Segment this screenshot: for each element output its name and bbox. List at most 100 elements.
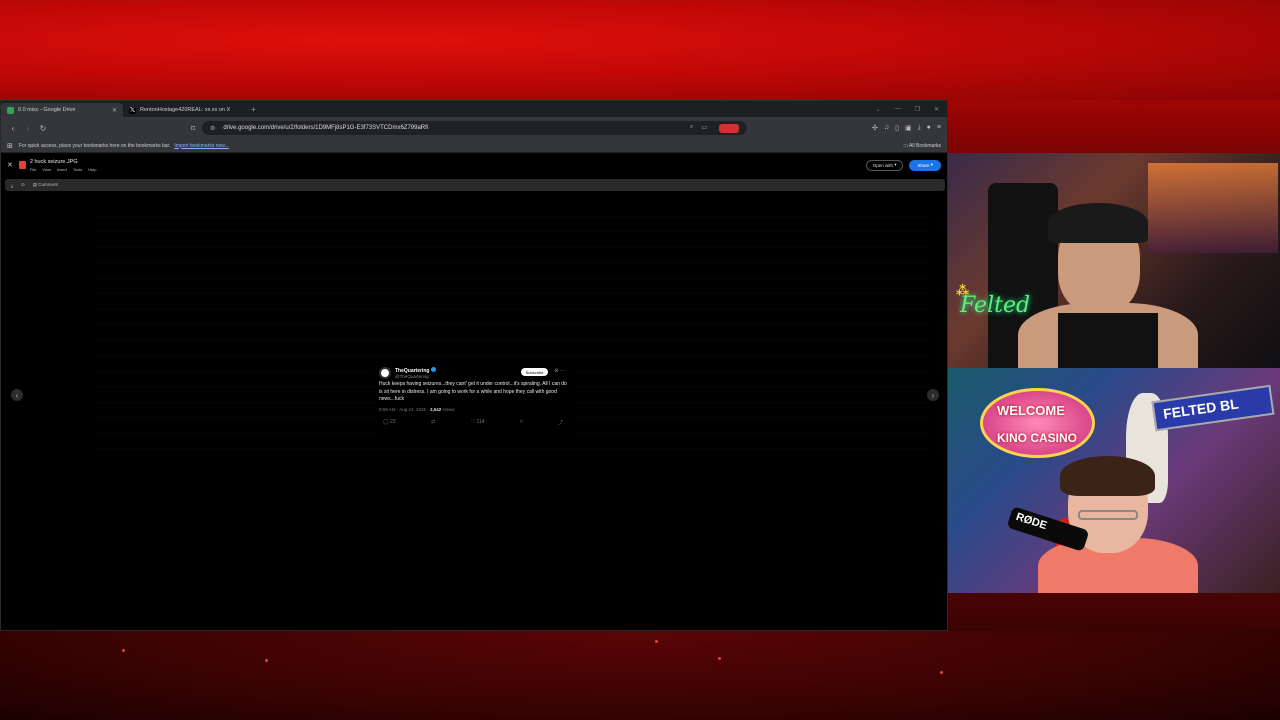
cast-icon[interactable]: ▭ xyxy=(701,124,707,133)
spark-particle xyxy=(122,649,125,652)
share-button[interactable]: Share ▾ xyxy=(909,159,941,171)
import-bookmarks-link[interactable]: Import bookmarks now... xyxy=(174,143,228,149)
spark-particle xyxy=(655,640,658,643)
tab-x-post[interactable]: 𝕏 RentonHostage420REAL: xx.xx on X xyxy=(123,103,245,117)
media-icon[interactable]: ♫ xyxy=(884,124,889,132)
tab-bar: 0.0 misc - Google Drive ✕ 𝕏 RentonHostag… xyxy=(1,101,947,117)
viewer-menu: File View Insert Tools Help xyxy=(30,167,97,172)
avatar xyxy=(379,367,391,379)
image-file-icon xyxy=(18,161,26,169)
download-icon[interactable]: ⤓ xyxy=(11,183,13,188)
comment-label: Comment xyxy=(38,182,58,187)
tweet-time: 9:59 AM · Aug 24, 2026 · xyxy=(379,406,431,412)
grok-and-more-icons: ⊘ ··· xyxy=(554,368,565,374)
address-url: drive.google.com/drive/u/2/folders/1D9MF… xyxy=(223,125,429,131)
next-file-arrow[interactable]: › xyxy=(927,389,939,401)
glasses xyxy=(1078,510,1138,520)
new-tab-button[interactable]: + xyxy=(251,105,256,114)
share-label: Share xyxy=(917,162,930,168)
menu-help[interactable]: Help xyxy=(88,167,96,172)
x-logo-icon: 𝕏 xyxy=(129,106,136,114)
site-info-icon[interactable]: ⚙ xyxy=(210,125,215,132)
close-viewer-icon[interactable]: ✕ xyxy=(7,161,13,169)
open-with-button[interactable]: Open with ▾ xyxy=(865,159,904,171)
spark-particle xyxy=(265,659,268,662)
verified-badge-icon xyxy=(431,367,437,372)
list-item xyxy=(91,294,931,310)
list-item xyxy=(91,325,931,341)
tweet-image: TheQuartering @TheQuartering Subscribe ⊘… xyxy=(375,364,571,444)
like-count: 114 xyxy=(476,418,485,425)
tweet-views: 3,542 xyxy=(430,406,442,412)
brave-shields-icon[interactable] xyxy=(719,123,739,133)
bookmarks-hint: For quick access, place your bookmarks h… xyxy=(18,142,171,149)
browser-window: 0.0 misc - Google Drive ✕ 𝕏 RentonHostag… xyxy=(0,100,948,631)
list-item xyxy=(91,232,931,248)
navigation-bar: ‹ › ↻ ⌑ ⚙ drive.google.com/drive/u/2/fol… xyxy=(1,117,947,139)
menu-tools[interactable]: Tools xyxy=(73,167,82,172)
maximize-icon[interactable]: ❐ xyxy=(915,106,920,113)
download-icon[interactable]: ⤓ xyxy=(918,124,921,132)
retweet-icon: ⇄ xyxy=(431,418,436,425)
address-bar[interactable]: ⚙ drive.google.com/drive/u/2/folders/1D9… xyxy=(202,121,747,135)
chevron-down-icon[interactable]: ⌄ xyxy=(876,106,881,113)
list-item xyxy=(91,279,931,294)
extensions-icon[interactable]: ✣ xyxy=(872,124,878,132)
viewer-toolbar: ⤓ ⊙ ▤ Comment xyxy=(5,179,945,191)
tweet-text: Huck keeps having seizures...they cant' … xyxy=(379,381,567,402)
bookmarks-bar: ⊞ For quick access, place your bookmarks… xyxy=(1,139,947,153)
menu-view[interactable]: View xyxy=(42,167,51,172)
all-bookmarks-label: All Bookmarks xyxy=(909,142,941,149)
close-tab-icon[interactable]: ✕ xyxy=(112,107,117,114)
list-item xyxy=(91,217,931,232)
open-with-label: Open with xyxy=(872,162,893,168)
list-item xyxy=(91,201,931,217)
menu-icon[interactable]: ≡ xyxy=(937,124,941,132)
menu-file[interactable]: File xyxy=(30,167,36,172)
zoom-icon[interactable]: ⌕ xyxy=(690,124,693,133)
forward-arrow-icon[interactable]: › xyxy=(22,122,34,134)
extension-toolbar: ✣ ♫ ▯ ▣ ⤓ ● ≡ xyxy=(872,124,941,132)
apps-grid-icon[interactable]: ⊞ xyxy=(7,142,13,150)
reply-count: 23 xyxy=(390,418,396,425)
list-item xyxy=(91,341,931,356)
list-item xyxy=(91,248,931,263)
screenshot-icon[interactable]: ▣ xyxy=(905,124,912,132)
stream-background-top xyxy=(0,0,1280,100)
webcam-top: ⁂ Felted xyxy=(948,153,1280,368)
casino-skyline-backdrop xyxy=(1148,163,1278,253)
menu-insert[interactable]: Insert xyxy=(57,167,67,172)
tweet-likes: ♡ 114 xyxy=(471,419,485,426)
spark-particle xyxy=(718,657,721,660)
bookmark-icon[interactable]: ⌑ xyxy=(187,122,199,134)
file-name: 2 huck seizure.JPG xyxy=(29,158,78,165)
tab-google-drive[interactable]: 0.0 misc - Google Drive ✕ xyxy=(1,103,123,117)
previous-file-arrow[interactable]: ‹ xyxy=(11,389,23,401)
tweet-views-label: Views xyxy=(442,406,455,412)
more-actions-icon[interactable]: ⊙ xyxy=(21,182,25,188)
tweet-author-handle: @TheQuartering xyxy=(395,374,429,379)
stream-background-right xyxy=(948,100,1280,153)
minimize-icon[interactable]: — xyxy=(895,106,901,113)
back-arrow-icon[interactable]: ‹ xyxy=(7,122,19,134)
google-drive-icon xyxy=(7,106,14,114)
share-icon: ⤴ xyxy=(557,419,563,426)
stream-background-right-mid xyxy=(948,593,1280,631)
webcam-bottom: WELCOME KINO CASINO FELTED BL RØDE xyxy=(948,368,1280,593)
tweet-actions: ◯ 23 ⇄ ♡ 114 ⌑ ⤴ xyxy=(375,413,571,426)
stream-background-bottom xyxy=(0,631,1280,720)
profile-icon[interactable]: ● xyxy=(927,124,931,132)
sidebar-icon[interactable]: ▯ xyxy=(895,124,899,132)
close-window-icon[interactable]: ✕ xyxy=(934,106,939,113)
list-item xyxy=(91,310,931,325)
drive-viewer-header: ✕ 2 huck seizure.JPG File View Insert To… xyxy=(1,154,947,176)
reload-icon[interactable]: ↻ xyxy=(37,122,49,134)
list-item xyxy=(91,263,931,279)
all-bookmarks-button[interactable]: ▭ All Bookmarks xyxy=(903,143,941,149)
dimmed-drive-sidebar xyxy=(7,201,77,351)
felted-street-sign: FELTED BL xyxy=(1151,384,1275,432)
comment-button[interactable]: ▤ Comment xyxy=(33,182,58,188)
tab-label: RentonHostage420REAL: xx.xx on X xyxy=(140,107,231,113)
streamer-two-hair xyxy=(1060,456,1155,496)
streamer-one-cap xyxy=(1048,203,1148,243)
